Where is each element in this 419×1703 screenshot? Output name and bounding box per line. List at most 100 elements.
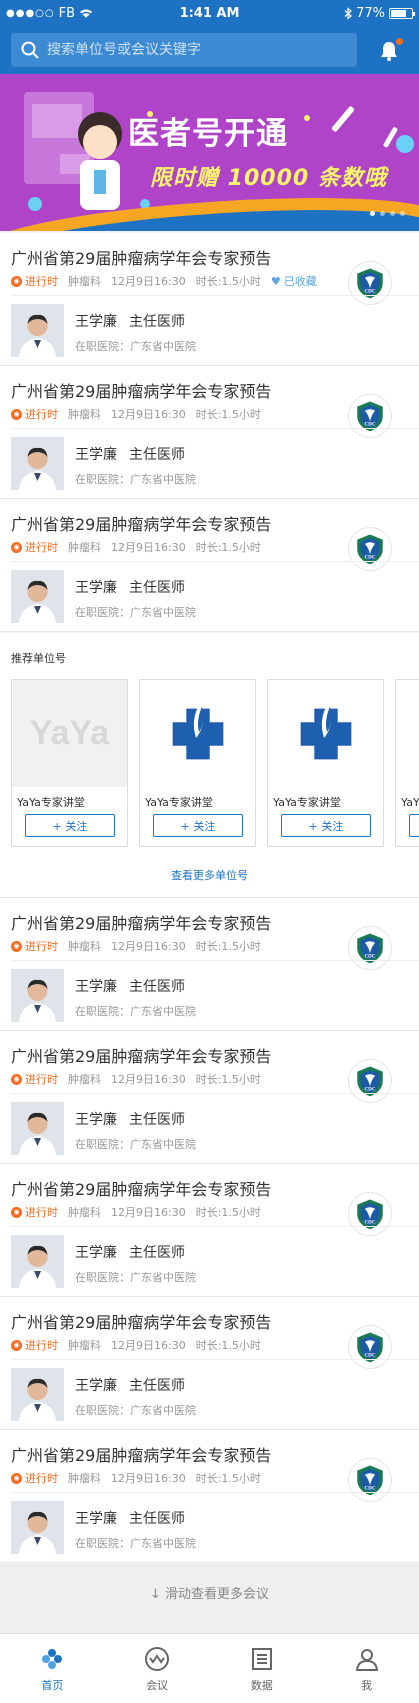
meeting-card[interactable]: 广州省第29届肿瘤病学年会专家预告 ◉ 进行时 肿瘤科 12月9日16:30 时长:1.5…: [0, 1430, 419, 1563]
doctor-avatar[interactable]: [11, 1501, 64, 1554]
pager-dot[interactable]: [400, 211, 405, 216]
cdc-logo-icon[interactable]: CDC: [348, 1325, 392, 1369]
meeting-title: 广州省第29届肿瘤病学年会专家预告: [11, 914, 272, 933]
meeting-card[interactable]: 广州省第29届肿瘤病学年会专家预告 ◉ 进行时 肿瘤科 12月9日16:30 时长:1.5…: [0, 499, 419, 632]
status-label: 进行时: [25, 1472, 58, 1485]
recommend-heading: 推荐单位号: [11, 652, 66, 665]
svg-text:CDC: CDC: [364, 1219, 375, 1225]
follow-button[interactable]: + 关注: [153, 814, 243, 837]
doctor-info: 王学廉 主任医师: [75, 1242, 185, 1262]
cdc-logo-icon[interactable]: CDC: [348, 394, 392, 438]
battery-percent: 77%: [356, 6, 385, 21]
svg-text:CDC: CDC: [364, 288, 375, 294]
search-icon: [21, 41, 39, 59]
doctor-info: 王学廉 主任医师: [75, 1375, 185, 1395]
doctor-title: 主任医师: [129, 314, 185, 330]
tab-data[interactable]: 数据: [210, 1634, 315, 1703]
tab-profile[interactable]: 我: [314, 1634, 419, 1703]
tab-label: 会议: [146, 1679, 169, 1692]
meeting-card[interactable]: 广州省第29届肿瘤病学年会专家预告 ◉ 进行时 肿瘤科 12月9日16:30 时长:1.5…: [0, 233, 419, 366]
search-input[interactable]: [47, 42, 337, 58]
doctor-info: 王学廉 主任医师: [75, 1508, 185, 1528]
unit-card[interactable]: YaYa YaYa专家讲堂 + 关注: [11, 679, 128, 847]
profile-icon: [355, 1649, 378, 1671]
tab-label: 首页: [41, 1679, 64, 1692]
doctor-hospital: 在职医院：广东省中医院: [75, 340, 196, 353]
doctor-avatar[interactable]: [11, 1235, 64, 1288]
live-status: ◉ 进行时: [11, 273, 58, 289]
follow-button[interactable]: + 关注: [281, 814, 371, 837]
cdc-logo-icon[interactable]: CDC: [348, 261, 392, 305]
pager-dot[interactable]: [370, 211, 375, 216]
doctor-title: 主任医师: [129, 1245, 185, 1261]
tab-home[interactable]: 首页: [0, 1634, 105, 1703]
unit-card[interactable]: YaYa专家讲堂 + 关注: [139, 679, 256, 847]
medical-cross-icon: [268, 680, 383, 787]
meeting-card[interactable]: 广州省第29届肿瘤病学年会专家预告 ◉ 进行时 肿瘤科 12月9日16:30 时长:1.5…: [0, 366, 419, 499]
status-label: 进行时: [25, 940, 58, 953]
doctor-avatar[interactable]: [11, 304, 64, 357]
pager-dot[interactable]: [380, 211, 385, 216]
svg-text:CDC: CDC: [364, 554, 375, 560]
doctor-avatar[interactable]: [11, 1102, 64, 1155]
doctor-avatar[interactable]: [11, 437, 64, 490]
load-more-hint[interactable]: ↓ 滑动查看更多会议: [0, 1565, 419, 1633]
doctor-avatar[interactable]: [11, 969, 64, 1022]
unit-logo: YaYa: [12, 680, 127, 787]
medical-cross-icon: [396, 680, 419, 787]
svg-text:CDC: CDC: [364, 1485, 375, 1491]
meeting-icon: [145, 1647, 170, 1671]
pager-dot[interactable]: [390, 211, 395, 216]
meeting-title: 广州省第29届肿瘤病学年会专家预告: [11, 1313, 272, 1332]
banner-title: 医者号开通: [128, 116, 288, 152]
follow-button[interactable]: + 关注: [409, 814, 419, 837]
meeting-card[interactable]: 广州省第29届肿瘤病学年会专家预告 ◉ 进行时 肿瘤科 12月9日16:30 时长:1.5…: [0, 1164, 419, 1297]
meeting-title: 广州省第29届肿瘤病学年会专家预告: [11, 382, 272, 401]
meeting-duration: 时长:1.5小时: [195, 1206, 261, 1219]
divider: [11, 1093, 419, 1094]
tab-label: 数据: [250, 1679, 273, 1692]
cdc-logo-icon[interactable]: CDC: [348, 1059, 392, 1103]
doctor-name: 王学廉: [75, 1511, 117, 1527]
doctor-avatar[interactable]: [11, 1368, 64, 1421]
doctor-name: 王学廉: [75, 447, 117, 463]
cdc-logo-icon[interactable]: CDC: [348, 1192, 392, 1236]
doctor-name: 王学廉: [75, 314, 117, 330]
meeting-time: 12月9日16:30: [111, 1339, 186, 1352]
view-more-units-link[interactable]: 查看更多单位号: [0, 867, 419, 883]
promo-banner[interactable]: 医者号开通 限时赠 10000 条数哦: [0, 74, 419, 231]
cdc-logo-icon[interactable]: CDC: [348, 926, 392, 970]
search-box[interactable]: [11, 33, 357, 67]
unit-card[interactable]: YaYa专家讲堂 + 关注: [395, 679, 419, 847]
meeting-duration: 时长:1.5小时: [195, 940, 261, 953]
tab-meeting[interactable]: 会议: [105, 1634, 210, 1703]
status-label: 进行时: [25, 1073, 58, 1086]
doctor-hospital: 在职医院：广东省中医院: [75, 473, 196, 486]
cdc-logo-icon[interactable]: CDC: [348, 527, 392, 571]
doctor-info: 王学廉 主任医师: [75, 311, 185, 331]
department: 肿瘤科: [68, 1073, 101, 1086]
favorite-status[interactable]: ♥ 已收藏: [271, 273, 317, 289]
follow-button[interactable]: + 关注: [25, 814, 115, 837]
doctor-info: 王学廉 主任医师: [75, 444, 185, 464]
unit-card[interactable]: YaYa专家讲堂 + 关注: [267, 679, 384, 847]
divider: [11, 1226, 419, 1227]
meeting-meta: ◉ 进行时 肿瘤科 12月9日16:30 时长:1.5小时: [11, 1204, 261, 1220]
meeting-meta: ◉ 进行时 肿瘤科 12月9日16:30 时长:1.5小时: [11, 1337, 261, 1353]
doctor-avatar[interactable]: [11, 570, 64, 623]
notification-button[interactable]: [375, 36, 403, 64]
meeting-title: 广州省第29届肿瘤病学年会专家预告: [11, 1047, 272, 1066]
status-label: 进行时: [25, 1339, 58, 1352]
meeting-card[interactable]: 广州省第29届肿瘤病学年会专家预告 ◉ 进行时 肿瘤科 12月9日16:30 时长:1.5…: [0, 1031, 419, 1164]
cdc-logo-icon[interactable]: CDC: [348, 1458, 392, 1502]
divider: [11, 428, 419, 429]
meeting-card[interactable]: 广州省第29届肿瘤病学年会专家预告 ◉ 进行时 肿瘤科 12月9日16:30 时长:1.5…: [0, 898, 419, 1031]
meeting-card[interactable]: 广州省第29届肿瘤病学年会专家预告 ◉ 进行时 肿瘤科 12月9日16:30 时长:1.5…: [0, 1297, 419, 1430]
department: 肿瘤科: [68, 408, 101, 421]
meeting-meta: ◉ 进行时 肿瘤科 12月9日16:30 时长:1.5小时: [11, 406, 261, 422]
doctor-info: 王学廉 主任医师: [75, 1109, 185, 1129]
department: 肿瘤科: [68, 1339, 101, 1352]
meeting-meta: ◉ 进行时 肿瘤科 12月9日16:30 时长:1.5小时: [11, 539, 261, 555]
svg-text:CDC: CDC: [364, 1352, 375, 1358]
meeting-duration: 时长:1.5小时: [195, 408, 261, 421]
